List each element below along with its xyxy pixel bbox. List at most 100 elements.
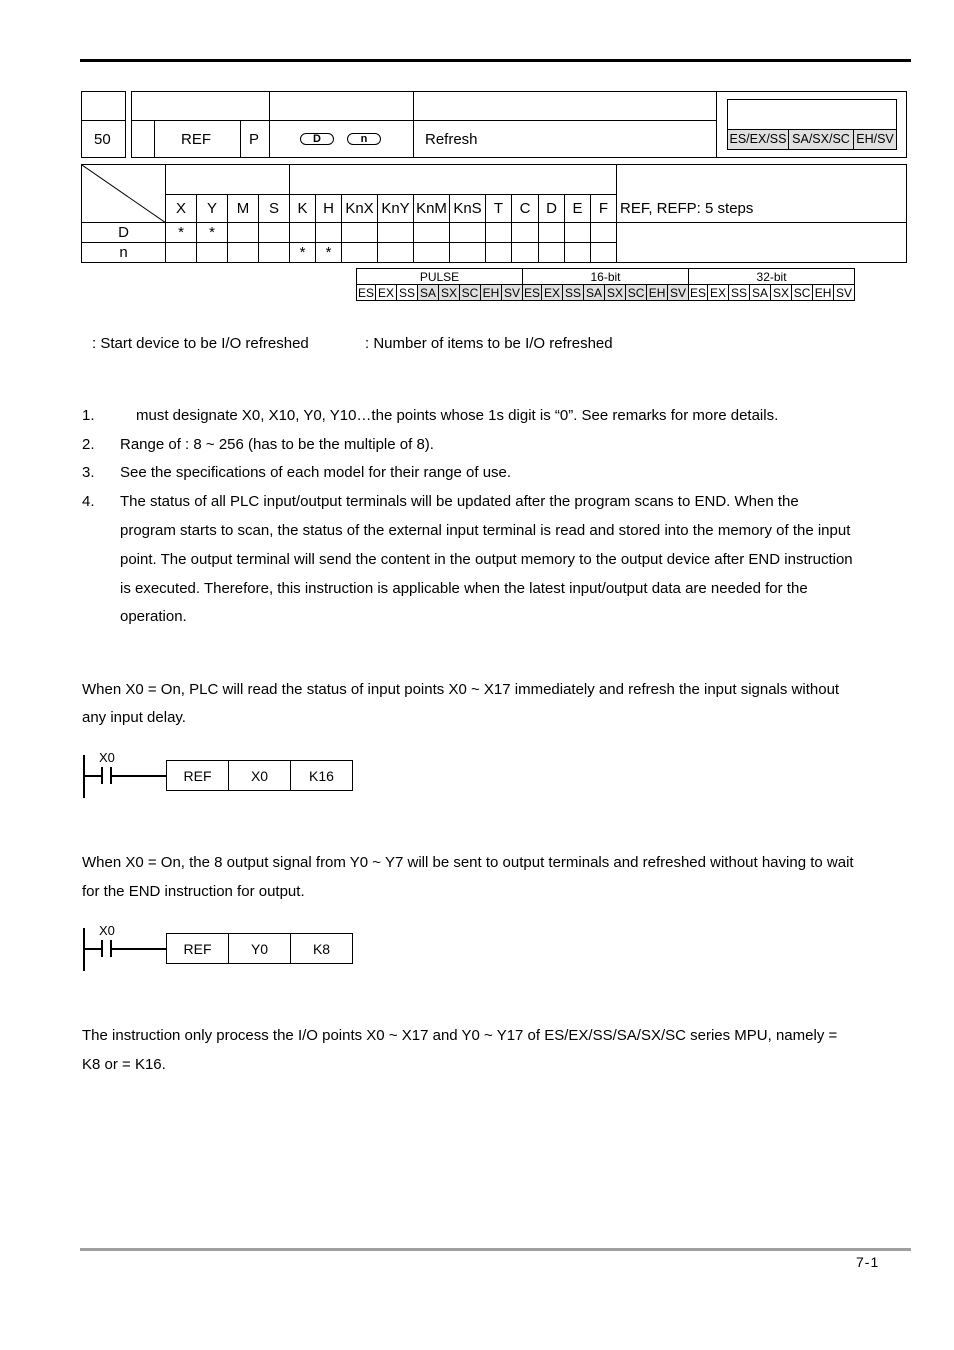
mark xyxy=(196,242,228,263)
note-number: 4. xyxy=(82,493,95,510)
operand-n-badge: n xyxy=(347,133,381,145)
col-header: KnS xyxy=(449,194,486,223)
remarks-text: K8 or = K16. xyxy=(82,1056,166,1073)
bit-devices-header xyxy=(165,164,290,195)
operand-n-description: : Number of items to be I/O refreshed xyxy=(365,335,613,352)
mark xyxy=(315,222,342,243)
note-text: Range of : 8 ~ 256 (has to be the multip… xyxy=(120,436,434,453)
ladder-cell: REF xyxy=(167,761,229,790)
note-text: must designate X0, X10, Y0, Y10…the poin… xyxy=(136,407,779,424)
support-model-cell: EX xyxy=(541,284,564,301)
instruction-box: REF Y0 K8 xyxy=(166,933,353,964)
mark xyxy=(258,222,290,243)
mark xyxy=(341,242,378,263)
mark xyxy=(564,222,591,243)
support-model-cell: ES xyxy=(688,284,709,301)
col-header: K xyxy=(289,194,316,223)
mark xyxy=(538,242,565,263)
col-header: X xyxy=(165,194,197,223)
mark xyxy=(590,222,617,243)
controller-sa-sx-sc: SA/SX/SC xyxy=(788,129,854,150)
col-header: D xyxy=(538,194,565,223)
col-header: H xyxy=(315,194,342,223)
remarks-text: The instruction only process the I/O poi… xyxy=(82,1027,838,1044)
col-header: F xyxy=(590,194,617,223)
mark xyxy=(341,222,378,243)
support-model-cell: SC xyxy=(625,284,648,301)
col-header: KnX xyxy=(341,194,378,223)
mark xyxy=(449,242,486,263)
support-model-cell: SV xyxy=(667,284,690,301)
col-header: M xyxy=(227,194,259,223)
ladder-cell: X0 xyxy=(229,761,291,790)
diagonal-corner xyxy=(81,164,166,223)
example1-text: When X0 = On, PLC will read the status o… xyxy=(82,681,840,698)
support-model-cell: EH xyxy=(480,284,503,301)
example2-text: When X0 = On, the 8 output signal from Y… xyxy=(82,854,854,871)
support-model-cell: SS xyxy=(396,284,419,301)
support-model-cell: SA xyxy=(417,284,440,301)
mark xyxy=(289,222,316,243)
controller-eh-sv: EH/SV xyxy=(853,129,897,150)
mnemonic: REF xyxy=(181,131,211,148)
support-group-header: PULSE xyxy=(355,268,524,285)
top-rule xyxy=(80,59,911,62)
mark xyxy=(449,222,486,243)
operand-d-description: : Start device to be I/O refreshed xyxy=(92,335,309,352)
col-header: KnY xyxy=(377,194,414,223)
mark xyxy=(564,242,591,263)
support-model-cell: SA xyxy=(583,284,606,301)
support-model-cell: SC xyxy=(791,284,814,301)
contact-icon xyxy=(101,940,103,957)
mark: * xyxy=(289,242,316,263)
row-label: n xyxy=(81,242,166,263)
instruction-box: REF X0 K16 xyxy=(166,760,353,791)
support-model-cell: ES xyxy=(355,284,377,301)
ladder-cell: Y0 xyxy=(229,934,291,963)
support-model-cell: SX xyxy=(438,284,461,301)
support-model-cell: ES xyxy=(522,284,543,301)
contact-label: X0 xyxy=(99,750,115,765)
operand-d-badge: D xyxy=(300,133,334,145)
api-number: 50 xyxy=(94,131,111,148)
footer-rule xyxy=(80,1248,911,1251)
support-model-cell: SC xyxy=(459,284,482,301)
contact-label: X0 xyxy=(99,923,115,938)
support-model-cell: EH xyxy=(646,284,669,301)
ladder-cell: REF xyxy=(167,934,229,963)
support-model-cell: SV xyxy=(501,284,524,301)
mark xyxy=(485,242,512,263)
note-text-line: The status of all PLC input/output termi… xyxy=(120,493,799,510)
ladder-cell: K16 xyxy=(309,767,334,784)
note-number: 3. xyxy=(82,464,95,481)
mark xyxy=(227,242,259,263)
note-number: 1. xyxy=(82,407,95,424)
mark xyxy=(227,222,259,243)
word-devices-header xyxy=(289,164,617,195)
support-model-cell: EX xyxy=(375,284,398,301)
col-header: KnM xyxy=(413,194,450,223)
support-group-header: 16-bit xyxy=(522,268,690,285)
col-header: E xyxy=(564,194,591,223)
note-text-line: operation. xyxy=(120,608,187,625)
col-header: C xyxy=(511,194,539,223)
function-name: Refresh xyxy=(425,131,478,148)
mark xyxy=(538,222,565,243)
col-header: T xyxy=(485,194,512,223)
note-text: See the specifications of each model for… xyxy=(120,464,512,481)
note-text-line: program starts to scan, the status of th… xyxy=(120,522,851,539)
mark xyxy=(413,222,450,243)
operand-table: REF, REFP: 5 steps X Y M S K H KnX KnY K… xyxy=(81,164,907,263)
mark xyxy=(590,242,617,263)
support-model-cell: SA xyxy=(749,284,772,301)
instruction-header: 50 REF P D n Refresh ES/EX/SS SA/SX/SC E… xyxy=(81,91,907,158)
mark xyxy=(511,222,539,243)
mark xyxy=(511,242,539,263)
support-model-cell: EH xyxy=(812,284,835,301)
program-steps: REF, REFP: 5 steps xyxy=(616,164,907,223)
mark xyxy=(377,222,414,243)
note-text-line: point. The output terminal will send the… xyxy=(120,551,853,568)
col-header: Y xyxy=(196,194,228,223)
page-number: 7-1 xyxy=(856,1254,880,1270)
note-text-line: is executed. Therefore, this instruction… xyxy=(120,580,808,597)
